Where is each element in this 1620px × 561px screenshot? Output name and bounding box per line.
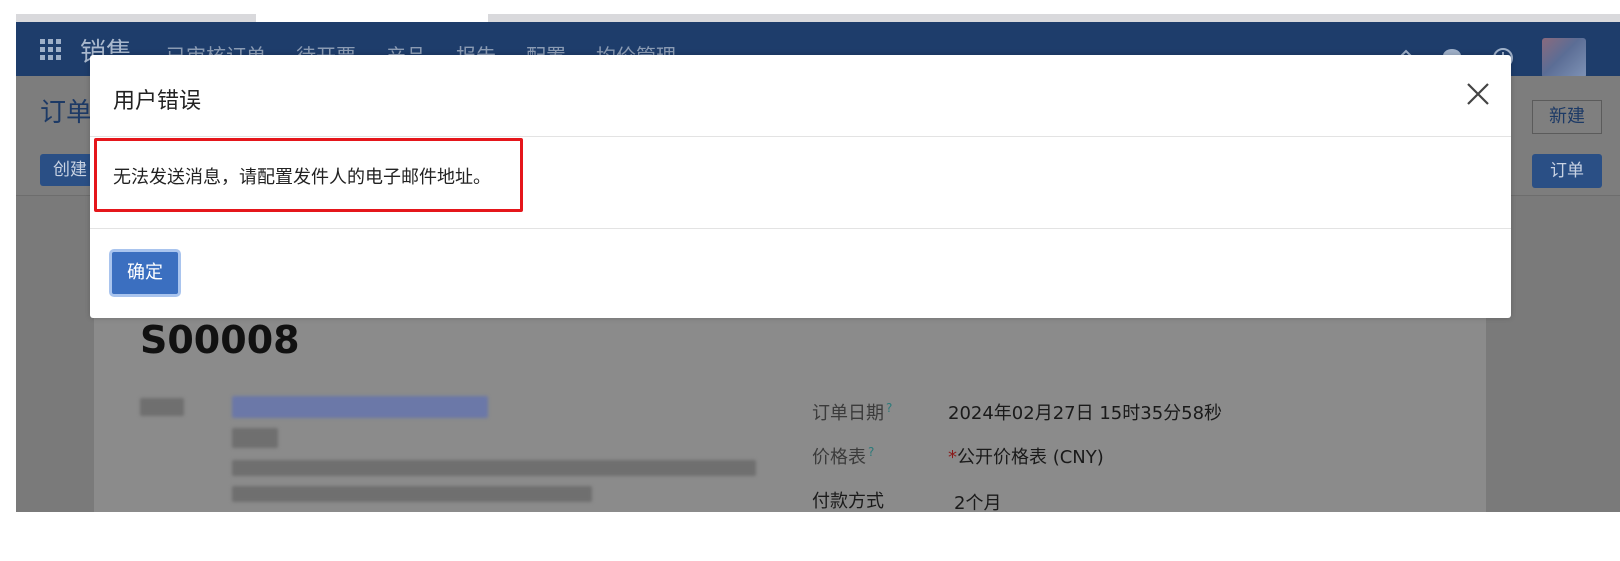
screenshot: 销售 已审核订单 待开票 产品 报告 配置 均价管理 xyxy=(0,0,1620,561)
blurred-customer xyxy=(232,396,488,418)
required-marker: * xyxy=(948,447,957,468)
blurred-address-2 xyxy=(232,486,592,502)
dialog-body: 无法发送消息，请配置发件人的电子邮件地址。 xyxy=(90,137,1511,229)
user-error-dialog: 用户错误 无法发送消息，请配置发件人的电子邮件地址。 确定 xyxy=(90,55,1511,318)
blurred-label xyxy=(140,398,184,416)
order-date-value[interactable]: 2024年02月27日 15时35分58秒 xyxy=(948,399,1222,425)
page-bottom-area xyxy=(0,512,1620,561)
browser-top-strip xyxy=(16,14,1620,22)
apps-grid-icon[interactable] xyxy=(40,39,62,61)
dialog-header: 用户错误 xyxy=(90,55,1511,137)
blurred-text xyxy=(232,428,278,448)
error-message: 无法发送消息，请配置发件人的电子邮件地址。 xyxy=(113,167,491,188)
blurred-address xyxy=(232,460,756,476)
order-number: S00008 xyxy=(140,318,300,362)
field-label-pricelist: 价格表? xyxy=(812,445,875,468)
breadcrumb[interactable]: 订单 xyxy=(40,92,92,129)
pricelist-value[interactable]: *公开价格表 (CNY) xyxy=(948,443,1104,469)
close-icon[interactable] xyxy=(1463,79,1493,109)
user-avatar[interactable] xyxy=(1542,38,1586,78)
dialog-title: 用户错误 xyxy=(113,89,202,114)
new-button[interactable]: 新建 xyxy=(1532,100,1602,134)
ok-button[interactable]: 确定 xyxy=(109,249,181,297)
order-button[interactable]: 订单 xyxy=(1532,154,1602,188)
field-label-payment-terms: 付款方式 xyxy=(812,491,884,512)
field-label-order-date: 订单日期? xyxy=(812,401,893,424)
dialog-footer: 确定 xyxy=(90,229,1511,318)
